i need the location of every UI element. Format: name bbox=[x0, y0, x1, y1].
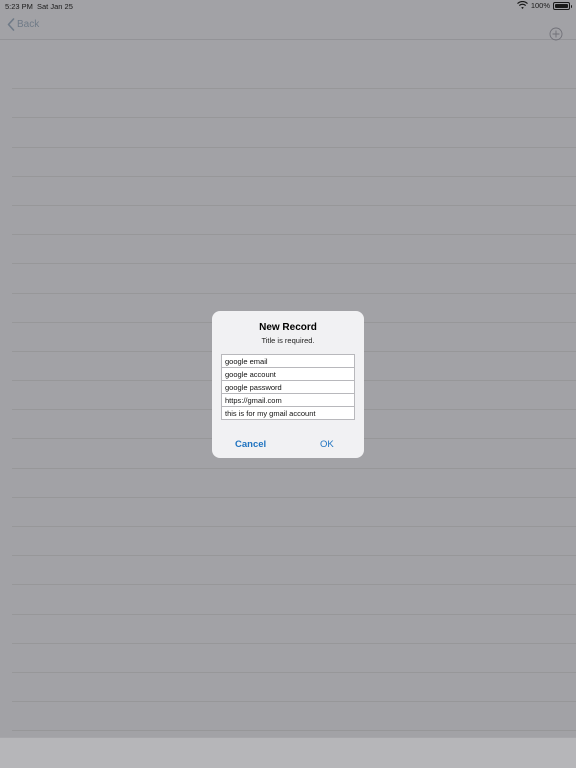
list-row-divider bbox=[12, 644, 576, 673]
list-row-divider bbox=[12, 556, 576, 586]
account-field[interactable] bbox=[221, 367, 355, 381]
bottom-toolbar bbox=[0, 737, 576, 768]
list-row-divider bbox=[12, 89, 576, 119]
notes-field[interactable] bbox=[221, 406, 355, 420]
list-row-divider bbox=[12, 615, 576, 644]
list-row-divider bbox=[12, 60, 576, 90]
url-field[interactable] bbox=[221, 393, 355, 407]
battery-fill bbox=[555, 3, 568, 8]
new-record-alert: New Record Title is required. Cancel OK bbox=[212, 311, 364, 458]
alert-title: New Record bbox=[259, 322, 317, 333]
status-time: 5:23 PM bbox=[5, 2, 33, 11]
ok-button[interactable]: OK bbox=[320, 439, 334, 450]
nav-bar: Back bbox=[0, 12, 576, 40]
screen: 5:23 PM Sat Jan 25 100% Back New Record … bbox=[0, 0, 576, 768]
list-row-divider bbox=[12, 264, 576, 294]
list-row-divider bbox=[12, 118, 576, 148]
alert-message: Title is required. bbox=[261, 336, 315, 345]
list-row-divider bbox=[12, 702, 576, 732]
list-row-divider bbox=[12, 527, 576, 557]
list-row-divider bbox=[12, 148, 576, 177]
status-date: Sat Jan 25 bbox=[37, 2, 73, 11]
list-row-divider bbox=[12, 585, 576, 615]
title-field[interactable] bbox=[221, 354, 355, 368]
password-field[interactable] bbox=[221, 380, 355, 394]
status-bar: 5:23 PM Sat Jan 25 100% bbox=[0, 0, 576, 12]
list-row-divider bbox=[12, 235, 576, 265]
list-row-divider bbox=[12, 469, 576, 498]
list-row-divider bbox=[12, 177, 576, 206]
chevron-left-icon bbox=[7, 18, 15, 31]
list-row-divider bbox=[12, 673, 576, 703]
back-button[interactable]: Back bbox=[7, 18, 39, 31]
plus-circle-icon[interactable] bbox=[549, 27, 563, 41]
alert-fields bbox=[221, 354, 355, 420]
wifi-icon bbox=[516, 1, 528, 9]
cancel-button[interactable]: Cancel bbox=[235, 439, 266, 450]
list-row-divider bbox=[12, 206, 576, 236]
battery-icon bbox=[553, 1, 572, 10]
status-right: 100% bbox=[516, 1, 572, 10]
list-row-divider bbox=[12, 498, 576, 527]
back-label: Back bbox=[17, 19, 40, 30]
alert-buttons: Cancel OK bbox=[212, 438, 364, 458]
battery-percent: 100% bbox=[530, 1, 550, 10]
